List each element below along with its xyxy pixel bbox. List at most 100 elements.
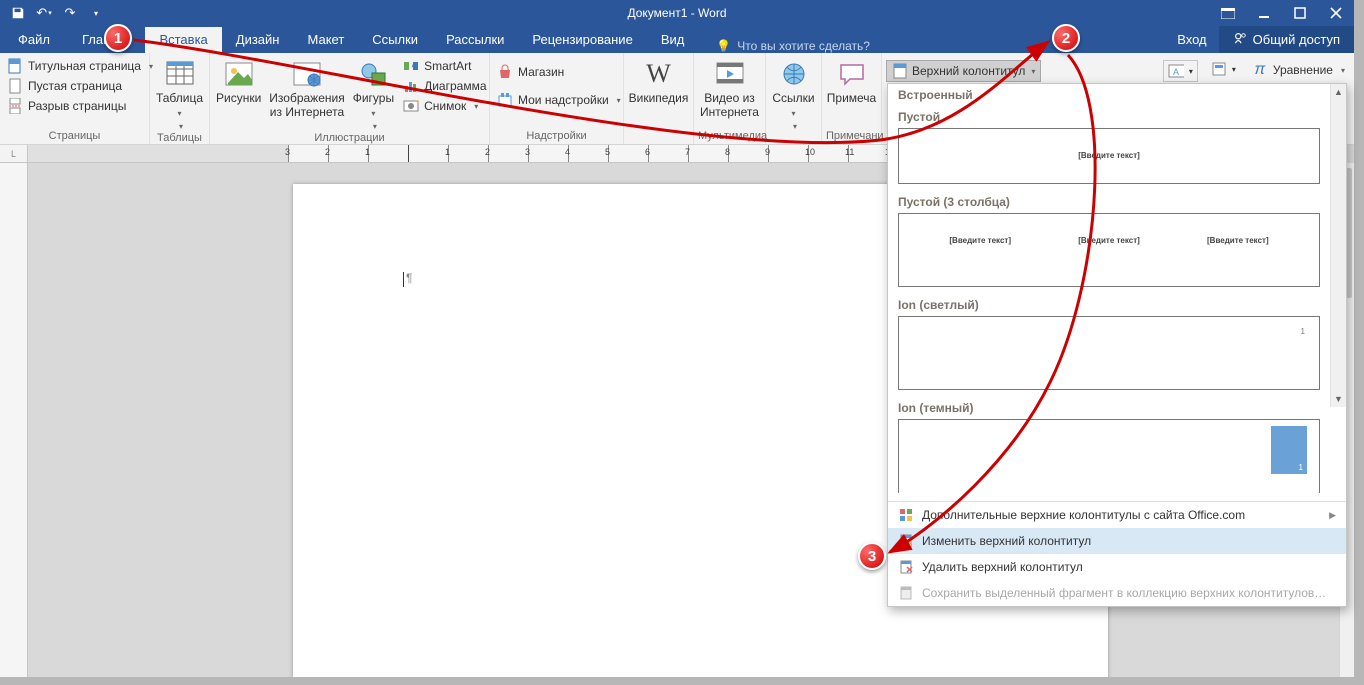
links-icon — [778, 58, 810, 90]
group-illustrations-label: Иллюстрации — [214, 131, 485, 146]
close-button[interactable] — [1318, 0, 1354, 26]
gallery-item-empty[interactable]: [Введите текст] — [898, 128, 1320, 184]
placeholder-text: [Введите текст] — [1207, 236, 1269, 245]
group-pages-label: Страницы — [4, 129, 145, 144]
equation-label: Уравнение — [1273, 63, 1333, 77]
quick-parts-button[interactable]: ▾ — [1208, 60, 1239, 78]
ion-dark-block: 1 — [1271, 426, 1307, 474]
sign-in-link[interactable]: Вход — [1165, 27, 1218, 52]
cover-page-label: Титульная страница — [28, 59, 141, 73]
textbox-icon: A — [1168, 63, 1184, 79]
comment-button[interactable]: Примеча — [825, 56, 878, 106]
cover-page-icon — [7, 58, 23, 74]
title-bar: ↶▾ ↷ ▾ Документ1 - Word — [0, 0, 1354, 26]
shapes-button[interactable]: Фигуры — [351, 56, 396, 131]
tab-insert[interactable]: Вставка — [145, 27, 221, 53]
ruler-corner[interactable]: L — [0, 145, 28, 163]
online-video-button[interactable]: Видео из Интернета — [698, 56, 761, 120]
screenshot-button[interactable]: Снимок — [400, 96, 491, 116]
gallery-item-title: Ion (темный) — [888, 398, 1330, 419]
tab-review[interactable]: Рецензирование — [518, 27, 646, 53]
wikipedia-button[interactable]: W Википедия — [627, 56, 691, 106]
share-label: Общий доступ — [1253, 32, 1340, 47]
tab-references[interactable]: Ссылки — [358, 27, 432, 53]
tab-file[interactable]: Файл — [0, 27, 68, 53]
page-break-button[interactable]: Разрыв страницы — [4, 96, 158, 116]
store-button[interactable]: Магазин — [494, 62, 626, 82]
table-button[interactable]: Таблица — [154, 56, 205, 131]
online-video-label: Видео из Интернета — [700, 92, 759, 120]
smartart-button[interactable]: SmartArt — [400, 56, 491, 76]
online-pictures-button[interactable]: Изображения из Интернета — [267, 56, 346, 120]
save-button[interactable] — [6, 2, 30, 24]
chart-label: Диаграмма — [424, 79, 486, 93]
header-button[interactable]: Верхний колонтитул — [886, 60, 1041, 82]
tab-mailings[interactable]: Рассылки — [432, 27, 518, 53]
remove-header-icon — [898, 559, 914, 575]
tell-me-search[interactable]: 💡 Что вы хотите сделать? — [716, 39, 870, 53]
table-label: Таблица — [156, 92, 203, 120]
pictures-button[interactable]: Рисунки — [214, 56, 263, 106]
cover-page-button[interactable]: Титульная страница — [4, 56, 158, 76]
tell-me-placeholder: Что вы хотите сделать? — [737, 39, 870, 53]
edit-header-action[interactable]: Изменить верхний колонтитул — [888, 528, 1346, 554]
group-links-label — [770, 131, 817, 146]
store-label: Магазин — [518, 65, 564, 79]
group-media-label-2: Мультимедиа — [698, 129, 761, 144]
gallery-item-empty-3col[interactable]: [Введите текст] [Введите текст] [Введите… — [898, 213, 1320, 287]
store-icon — [497, 64, 513, 80]
equation-button[interactable]: π Уравнение — [1249, 60, 1350, 80]
screenshot-label: Снимок — [424, 99, 466, 113]
pictures-label: Рисунки — [216, 92, 261, 106]
vertical-ruler[interactable] — [0, 163, 28, 677]
page-number: 1 — [1299, 463, 1303, 472]
online-pictures-icon — [291, 58, 323, 90]
links-label: Ссылки — [772, 92, 815, 120]
qat-customize-button[interactable]: ▾ — [84, 2, 108, 24]
my-addins-icon — [497, 92, 513, 108]
minimize-button[interactable] — [1246, 0, 1282, 26]
gallery-item-title: Пустой — [888, 107, 1330, 128]
share-icon — [1233, 31, 1247, 48]
share-button[interactable]: Общий доступ — [1219, 26, 1354, 53]
gallery-item-ion-light[interactable]: 1 — [898, 316, 1320, 390]
equation-icon: π — [1252, 62, 1268, 78]
blank-page-icon — [7, 78, 23, 94]
more-headers-office-action[interactable]: Дополнительные верхние колонтитулы с сай… — [888, 502, 1346, 528]
my-addins-button[interactable]: Мои надстройки — [494, 90, 626, 110]
scroll-up-icon[interactable]: ▲ — [1331, 84, 1346, 100]
tab-layout[interactable]: Макет — [293, 27, 358, 53]
gallery-scrollbar[interactable]: ▲ ▼ — [1330, 84, 1346, 407]
edit-header-label: Изменить верхний колонтитул — [922, 534, 1091, 548]
shapes-label: Фигуры — [353, 92, 394, 120]
redo-button[interactable]: ↷ — [58, 2, 82, 24]
remove-header-action[interactable]: Удалить верхний колонтитул — [888, 554, 1346, 580]
header-gallery-dropdown: Встроенный Пустой [Введите текст] Пустой… — [887, 83, 1347, 607]
chart-button[interactable]: Диаграмма — [400, 76, 491, 96]
group-media-label-1 — [628, 129, 689, 144]
page-number: 1 — [1301, 327, 1305, 336]
placeholder-text: [Введите текст] — [899, 151, 1319, 160]
links-button[interactable]: Ссылки — [770, 56, 817, 131]
page-break-label: Разрыв страницы — [28, 99, 126, 113]
undo-button[interactable]: ↶▾ — [32, 2, 56, 24]
ribbon-tabs: Файл Главная Вставка Дизайн Макет Ссылки… — [0, 26, 1354, 53]
scroll-down-icon[interactable]: ▼ — [1331, 391, 1346, 407]
comment-label: Примеча — [827, 92, 876, 106]
smartart-label: SmartArt — [424, 59, 471, 73]
more-headers-label: Дополнительные верхние колонтитулы с сай… — [922, 508, 1245, 522]
my-addins-label: Мои надстройки — [518, 93, 609, 107]
gallery-item-ion-dark[interactable]: 1 — [898, 419, 1320, 493]
maximize-button[interactable] — [1282, 0, 1318, 26]
text-box-button[interactable]: A ▾ — [1163, 60, 1198, 82]
office-icon — [898, 507, 914, 523]
page-break-icon — [7, 98, 23, 114]
screenshot-icon — [403, 98, 419, 114]
tab-view[interactable]: Вид — [647, 27, 699, 53]
pictures-icon — [223, 58, 255, 90]
blank-page-button[interactable]: Пустая страница — [4, 76, 158, 96]
chart-icon — [403, 78, 419, 94]
tab-design[interactable]: Дизайн — [222, 27, 294, 53]
ribbon-display-options-button[interactable] — [1210, 0, 1246, 26]
group-tables-label: Таблицы — [154, 131, 205, 146]
